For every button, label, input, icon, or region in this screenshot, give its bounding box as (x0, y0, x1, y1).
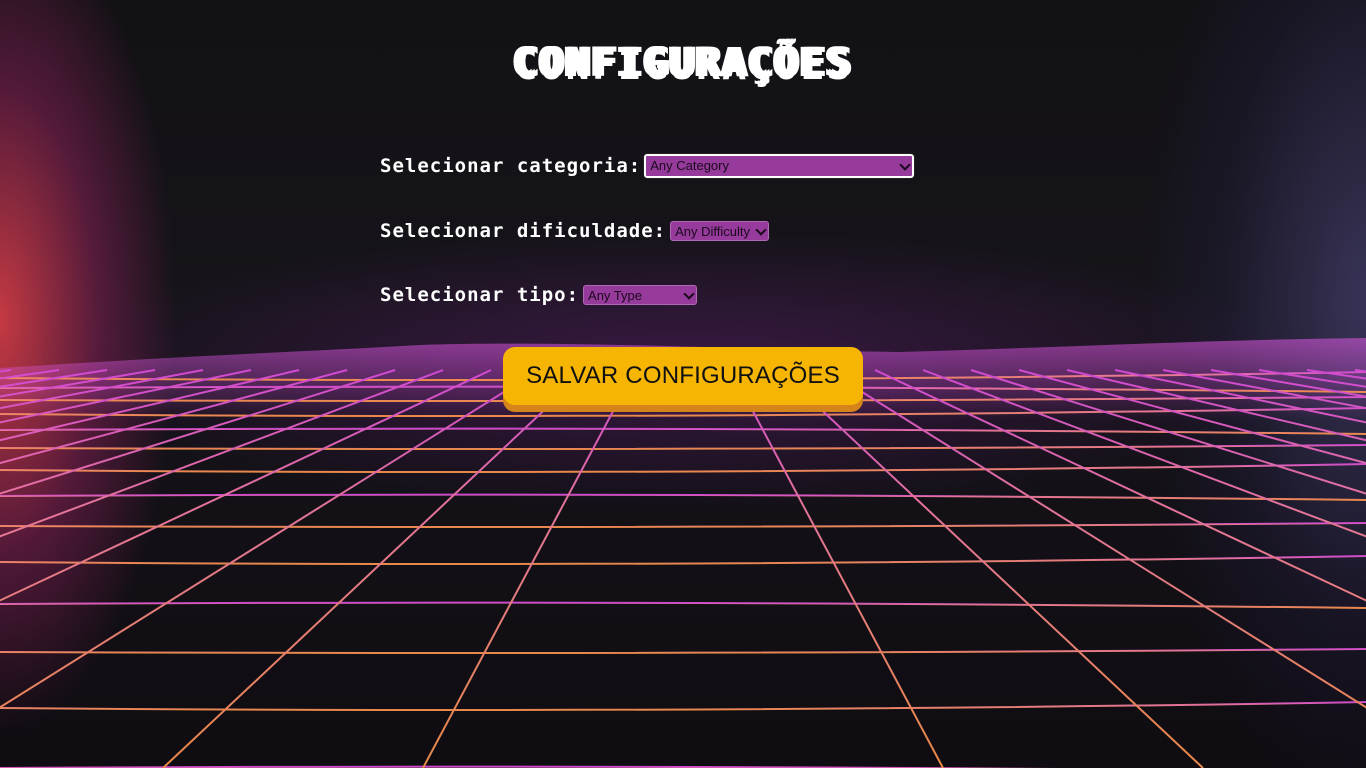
type-select[interactable]: Any Type (583, 285, 698, 305)
type-field: Selecionar tipo: Any Type (380, 284, 698, 306)
page-title: CONFIGURAÇÕES (513, 40, 853, 86)
category-selected-value: Any Category (650, 158, 729, 173)
grid-line (1162, 369, 1366, 410)
chevron-down-icon (899, 159, 911, 171)
grid-line (1210, 369, 1366, 398)
category-field: Selecionar categoria: Any Category (380, 153, 916, 179)
difficulty-select[interactable]: Any Difficulty (670, 221, 770, 241)
grid-line (1306, 369, 1366, 380)
difficulty-selected-value: Any Difficulty (675, 224, 751, 239)
save-settings-button[interactable]: SALVAR CONFIGURAÇÕES (503, 347, 863, 405)
difficulty-field: Selecionar dificuldade: Any Difficulty (380, 220, 770, 242)
grid-line (1258, 369, 1366, 388)
grid-line (970, 369, 1366, 495)
chevron-down-icon (755, 224, 767, 236)
grid-line (1354, 369, 1366, 373)
grid-line (1066, 369, 1366, 442)
settings-page: CONFIGURAÇÕES Selecionar categoria: Any … (0, 0, 1366, 768)
category-label: Selecionar categoria: (380, 155, 642, 177)
chevron-down-icon (683, 288, 695, 300)
type-label: Selecionar tipo: (380, 284, 580, 306)
difficulty-label: Selecionar dificuldade: (380, 220, 667, 242)
grid-line (1018, 369, 1366, 465)
category-select[interactable]: Any Category (643, 153, 916, 179)
type-selected-value: Any Type (588, 288, 642, 303)
